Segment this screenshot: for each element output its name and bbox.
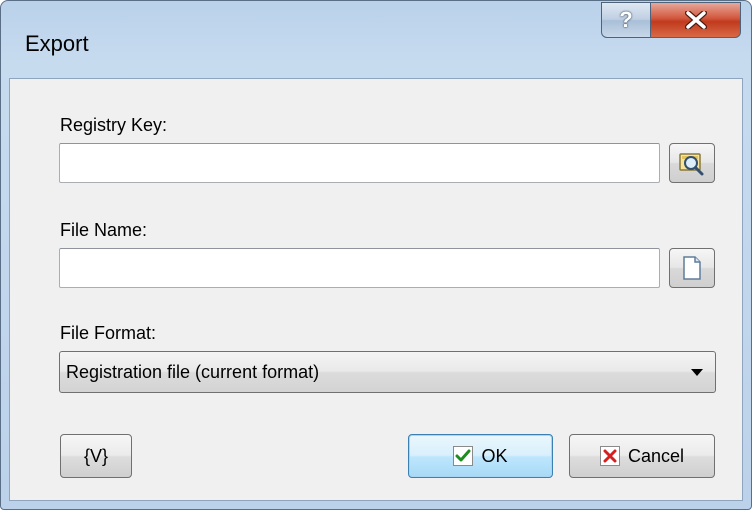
ok-button[interactable]: OK xyxy=(408,434,553,478)
document-icon xyxy=(683,256,701,280)
file-name-input[interactable] xyxy=(59,248,660,288)
file-format-selected: Registration file (current format) xyxy=(66,362,320,382)
browse-magnifier-icon xyxy=(679,153,704,176)
chevron-down-icon xyxy=(691,369,703,376)
window-title: Export xyxy=(25,31,89,56)
cancel-label: Cancel xyxy=(627,445,685,466)
caption-buttons: ? xyxy=(601,2,741,38)
ok-label: OK xyxy=(481,445,508,466)
registry-key-label: Registry Key: xyxy=(60,115,168,135)
title-bar[interactable]: Export ? xyxy=(1,1,751,77)
close-button[interactable] xyxy=(651,2,741,38)
file-name-browse-button[interactable] xyxy=(669,248,715,288)
registry-key-input[interactable] xyxy=(59,143,660,183)
file-name-label: File Name: xyxy=(60,220,148,240)
dialog-body: Registry Key: File Name: File Format: Re… xyxy=(9,78,743,501)
registry-key-browse-button[interactable] xyxy=(669,143,715,183)
file-format-label: File Format: xyxy=(60,323,157,343)
variables-button[interactable]: {V} xyxy=(60,434,132,478)
checkmark-icon xyxy=(453,446,474,466)
file-format-dropdown[interactable]: Registration file (current format) xyxy=(59,351,716,393)
export-dialog: Export ? Registry Key: File Name: File F… xyxy=(0,0,752,510)
x-icon xyxy=(599,446,620,466)
close-icon xyxy=(684,11,707,29)
help-button[interactable]: ? xyxy=(601,2,651,38)
cancel-button[interactable]: Cancel xyxy=(569,434,715,478)
